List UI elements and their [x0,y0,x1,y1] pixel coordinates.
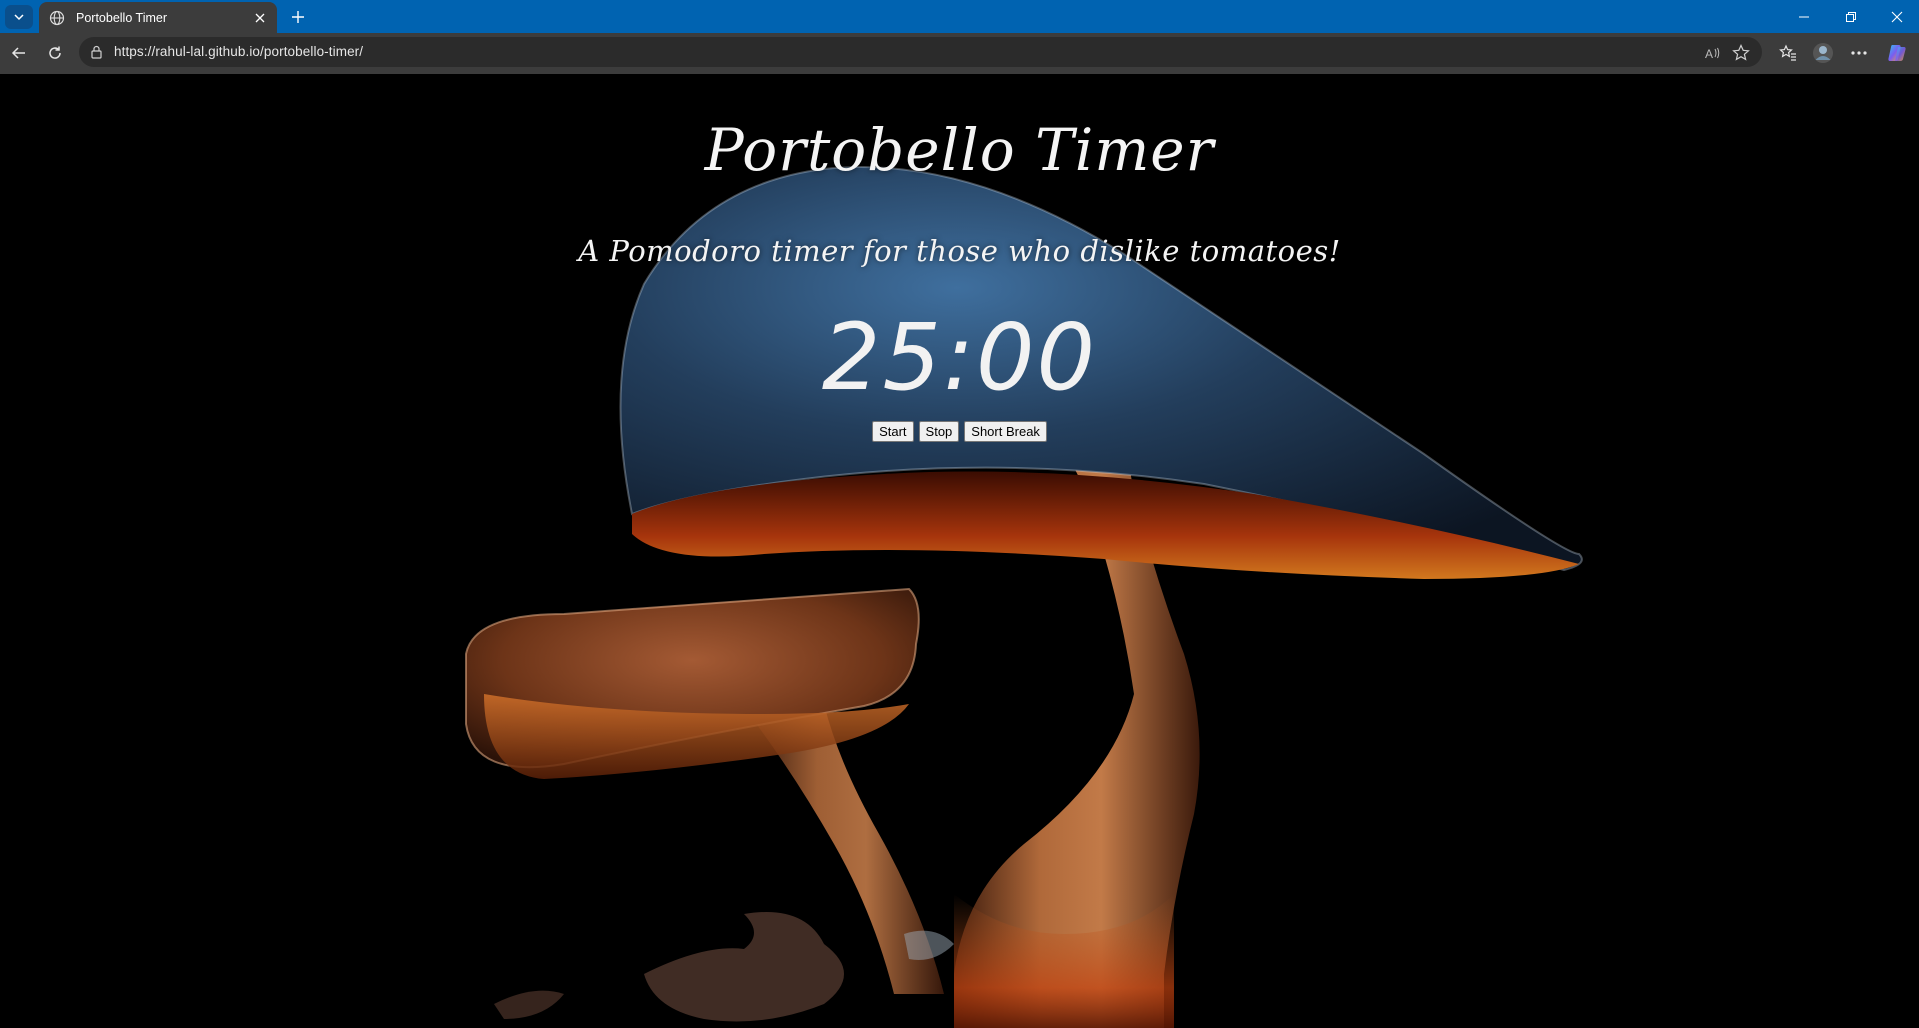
favorites-button[interactable] [1775,40,1801,66]
browser-titlebar: Portobello Timer [0,0,1919,33]
copilot-icon [1888,45,1906,61]
close-window-button[interactable] [1882,4,1912,30]
restore-icon [1846,12,1856,22]
refresh-button[interactable] [42,40,68,66]
address-bar[interactable]: https://rahul-lal.github.io/portobello-t… [79,37,1762,67]
restore-button[interactable] [1836,4,1866,30]
refresh-icon [49,46,61,59]
browser-tab-active[interactable]: Portobello Timer [39,2,277,33]
lock-icon[interactable] [88,44,104,60]
address-url[interactable]: https://rahul-lal.github.io/portobello-t… [114,44,363,59]
star-icon[interactable] [1730,42,1752,64]
tab-actions-menu-button[interactable] [5,5,33,29]
tab-title: Portobello Timer [76,10,168,25]
globe-icon [48,9,66,27]
svg-text:A: A [1705,47,1713,61]
plus-icon [292,11,304,23]
more-options-button[interactable] [1846,40,1872,66]
close-icon [1891,11,1903,23]
copilot-button[interactable] [1884,40,1910,66]
avatar-icon [1813,43,1833,63]
new-tab-button[interactable] [287,6,309,28]
arrow-left-icon [11,47,25,59]
minimize-icon [1799,16,1809,18]
page-viewport: Portobello Timer A Pomodoro timer for th… [4,74,1915,1028]
page-subtitle: A Pomodoro timer for those who dislike t… [578,234,1341,268]
close-tab-icon[interactable] [252,10,268,26]
short-break-button[interactable]: Short Break [964,421,1047,442]
page-title: Portobello Timer [704,116,1215,184]
ellipsis-icon [1851,51,1867,55]
mushroom-illustration [465,166,1583,1028]
start-button[interactable]: Start [872,421,914,442]
timer-display: 25:00 [821,304,1098,411]
timer-controls: Start Stop Short Break [4,421,1915,442]
chevron-down-icon [14,14,24,21]
back-button[interactable] [6,40,32,66]
profile-avatar[interactable] [1810,40,1836,66]
favorites-icon [1779,44,1796,61]
read-aloud-icon[interactable]: A [1702,42,1724,64]
browser-toolbar: https://rahul-lal.github.io/portobello-t… [0,33,1919,74]
minimize-button[interactable] [1789,4,1819,30]
stop-button[interactable]: Stop [918,421,960,442]
